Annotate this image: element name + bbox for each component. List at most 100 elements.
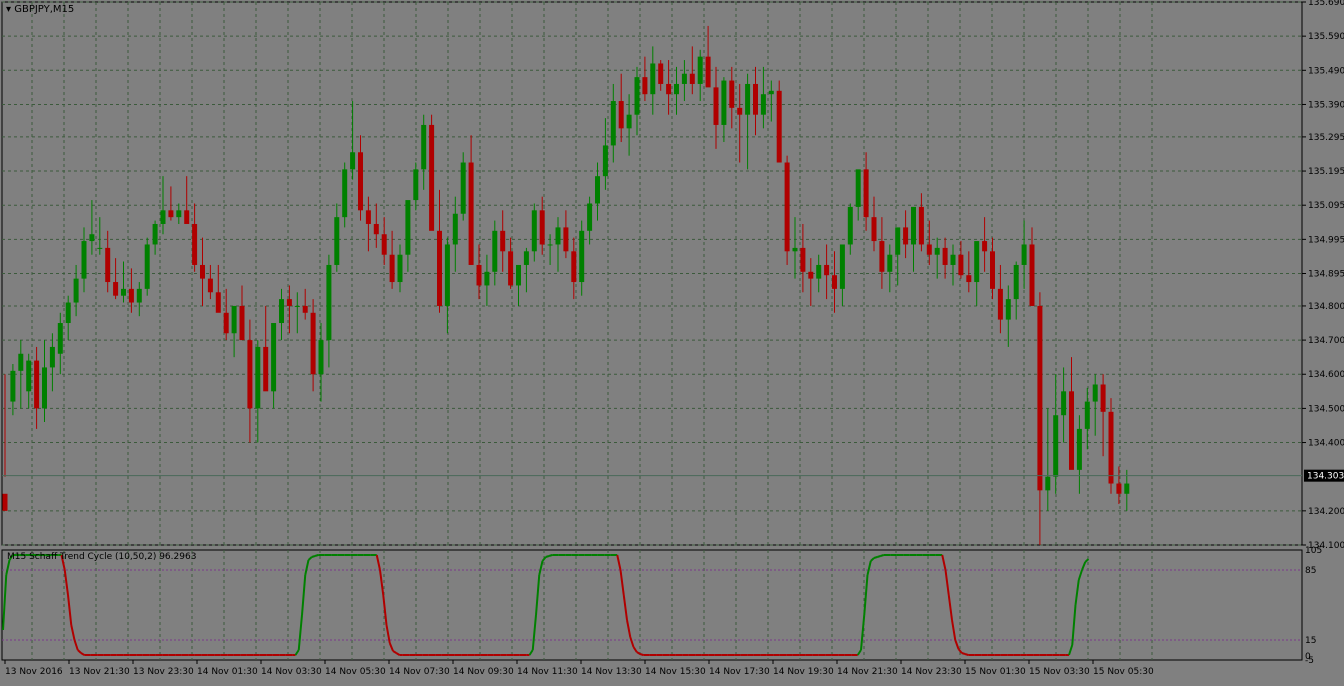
candle-body [144,244,150,289]
candle-body [223,312,229,334]
time-tick-label: 14 Nov 23:30 [901,667,962,677]
indicator-tick-label: 85 [1305,566,1316,576]
indicator-line-segment [954,639,960,650]
price-tick-label: 135.095 [1308,201,1344,211]
candle-body [934,247,940,255]
indicator-line-segment [67,594,73,626]
candle-body [824,264,830,276]
indicator-line-segment [866,560,872,576]
candle-body [674,83,679,95]
candle-body [413,169,419,201]
candle-body [239,305,245,341]
indicator-line-segment [619,569,625,596]
indicator-line-segment [311,555,316,558]
candle-body [1061,391,1067,416]
candle-body [81,241,87,279]
candle-body [358,152,363,211]
candle-body [950,254,956,265]
indicator-line-segment [304,559,310,576]
candle-body [215,292,221,313]
candle-body [571,251,577,283]
price-tick-label: 134.400 [1308,439,1344,449]
candle-body [776,90,782,163]
indicator-line-segment [2,574,8,631]
price-tick-label: 134.600 [1308,370,1344,380]
candle-body [294,305,300,307]
candle-body [389,254,395,283]
candle-body [634,77,640,115]
indicator-line-segment [545,555,550,558]
candle-body [1108,411,1114,484]
price-tick-label: 134.500 [1308,404,1344,414]
candle-body [65,302,71,324]
candle-body [918,206,924,245]
candle-body [310,312,316,375]
candle-body [871,217,877,242]
candle-body [444,244,450,306]
price-tick-label: 135.195 [1308,167,1344,177]
candle-body [1124,483,1130,494]
time-tick-label: 15 Nov 05:30 [1093,667,1154,677]
candle-body [1084,401,1090,429]
indicator-line-segment [951,619,957,641]
candle-body [753,83,758,115]
candle-body [579,230,585,283]
candle-body [713,87,719,125]
price-tick-label: 135.490 [1308,66,1344,76]
candle-body [1069,391,1074,470]
time-tick-label: 14 Nov 13:30 [581,667,642,677]
candle-body [1005,299,1011,320]
candle-body [1100,384,1106,412]
price-tick-label: 134.895 [1308,270,1344,280]
candle-body [1037,305,1043,491]
indicator-line-segment [1071,604,1077,646]
candle-body [1029,244,1035,306]
indicator-line-segment [73,639,79,651]
candle-body [926,244,932,255]
candle-body [555,227,561,245]
candle-body [847,206,853,245]
candle-body [760,94,766,115]
candle-body [136,288,142,303]
candle-body [247,340,253,409]
candle-body [460,162,466,214]
indicator-line-segment [964,653,969,656]
candle-body [642,77,648,95]
candle-body [476,264,482,286]
candle-body [1013,264,1019,300]
candle-body [334,217,340,265]
candle-body [105,247,111,283]
candle-body [452,213,458,245]
indicator-line-segment [301,574,307,616]
time-tick-label: 14 Nov 07:30 [389,667,450,677]
indicator-line-segment [880,554,885,557]
chart-canvas[interactable]: 135.690 135.590 135.490 135.390 135.295 135.1… [0,0,1344,682]
price-tick-label: 135.295 [1308,133,1344,143]
candle-body [879,241,885,272]
candle-body [697,56,703,84]
indicator-tick-label: 105 [1305,546,1322,556]
candle-body [207,278,213,293]
time-tick-label: 14 Nov 19:30 [773,667,834,677]
candle-body [863,169,869,218]
candle-body [263,346,269,392]
candle-body [618,101,624,129]
candle-body [855,169,861,207]
indicator-line-segment [1081,561,1087,571]
candle-body [768,90,774,95]
indicator-line-segment [375,554,381,571]
candle-body [373,223,379,235]
candle-body [437,230,442,306]
trading-chart[interactable]: 135.690 135.590 135.490 135.390 135.295 135.1… [0,0,1344,682]
indicator-line-segment [548,554,553,557]
indicator-line-segment [297,614,303,651]
indicator-tick-label: 15 [1305,636,1316,646]
candle-body [997,288,1003,320]
candle-body [816,264,822,279]
candle-body [990,251,995,289]
candle-body [666,83,672,95]
caret-down-icon[interactable]: ▾ [6,4,11,15]
time-tick-label: 15 Nov 03:30 [1029,667,1090,677]
candle-body [745,83,751,115]
indicator-line-segment [863,574,869,616]
